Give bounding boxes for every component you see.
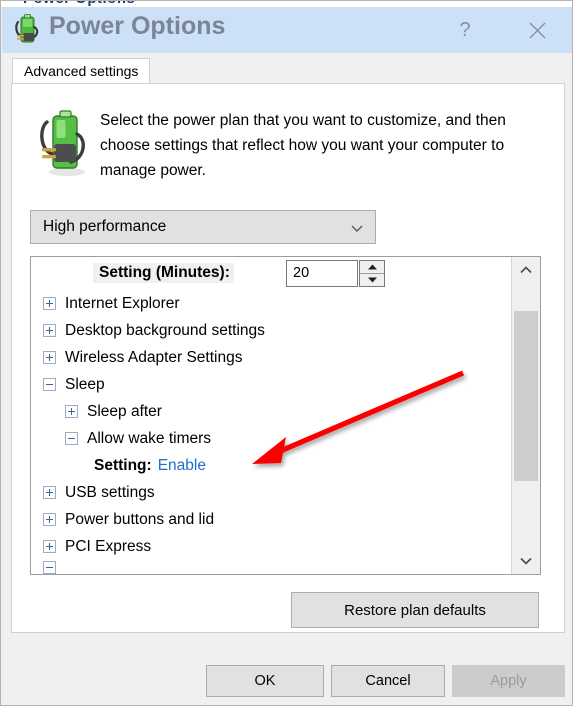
close-icon[interactable] [514,7,560,53]
help-button[interactable]: ? [442,7,488,53]
tree-item-sleep-after[interactable]: Sleep after [65,398,162,425]
tab-strip: Advanced settings [2,53,572,84]
ok-button[interactable]: OK [206,665,324,697]
tree-item-wireless-adapter-settings[interactable]: Wireless Adapter Settings [43,344,242,371]
close-glyph [529,22,545,38]
expand-icon[interactable] [43,560,56,574]
caret-up-glyph [367,264,377,270]
tree-item-label: Wireless Adapter Settings [65,348,243,366]
setting-minutes-row: Setting (Minutes): 20 [31,259,512,289]
tree-item-desktop-background-settings[interactable]: Desktop background settings [43,317,265,344]
setting-minutes-stepper[interactable] [359,260,385,287]
collapse-icon[interactable] [65,432,78,445]
tree-item-label: Desktop background settings [65,321,265,339]
power-plan-value: High performance [43,218,167,235]
window-title: Power Options [49,12,226,40]
expand-icon[interactable] [43,351,56,364]
tree-item-label: Power buttons and lid [65,510,215,528]
tree-item-label: PCI Express [65,537,152,555]
expand-icon[interactable] [43,297,56,310]
tree-item-label: Internet Explorer [65,294,180,312]
battery-plug-icon [40,110,85,176]
tree-item-label: Sleep [65,375,105,393]
tree-item-clipped[interactable] [43,560,65,574]
expand-icon[interactable] [43,324,56,337]
tree-item-power-buttons-and-lid[interactable]: Power buttons and lid [43,506,214,533]
title-bar: Power Options ? [2,7,572,53]
tree-item-label: USB settings [65,483,155,501]
stepper-down-icon[interactable] [360,274,384,286]
power-options-dialog: Power Options Power Options ? Advanced s… [0,0,573,706]
power-plan-select[interactable]: High performance [30,210,376,244]
tree-item-label: Allow wake timers [87,429,212,447]
restore-plan-defaults-button[interactable]: Restore plan defaults [291,592,539,628]
tree-item-label: Sleep after [87,402,162,420]
expand-icon[interactable] [43,486,56,499]
scroll-up-icon[interactable] [512,257,540,283]
setting-value-link[interactable]: Enable [158,457,206,475]
cancel-button[interactable]: Cancel [331,665,445,697]
expand-icon[interactable] [43,513,56,526]
collapse-icon[interactable] [43,378,56,391]
chevron-down-glyph [520,557,532,565]
chevron-down-icon [351,225,363,232]
caret-down-glyph [367,277,377,283]
settings-list-scrollbar[interactable] [511,257,540,574]
tree-item-internet-explorer[interactable]: Internet Explorer [43,290,180,317]
setting-minutes-input[interactable]: 20 [286,260,358,287]
tree-item-pci-express[interactable]: PCI Express [43,533,151,560]
expand-icon[interactable] [43,540,56,553]
tab-advanced-settings[interactable]: Advanced settings [12,58,151,84]
tree-item-sleep[interactable]: Sleep [43,371,105,398]
scrollbar-thumb[interactable] [514,311,538,481]
stepper-up-icon[interactable] [360,261,384,273]
tree-item-allow-wake-timers[interactable]: Allow wake timers [65,425,211,452]
dialog-description: Select the power plan that you want to c… [100,112,506,179]
scroll-down-icon[interactable] [512,548,540,574]
battery-plug-icon [15,14,39,43]
expand-icon[interactable] [65,405,78,418]
chevron-up-glyph [520,266,532,274]
setting-label: Setting: [94,456,152,474]
setting-minutes-value: 20 [293,265,310,281]
setting-minutes-label: Setting (Minutes): [93,263,234,283]
apply-button: Apply [452,665,565,697]
settings-tree: Setting (Minutes): 20 Internet Explorer … [31,257,512,574]
advanced-settings-list[interactable]: Setting (Minutes): 20 Internet Explorer … [30,256,541,575]
setting-allow-wake-timers[interactable]: Setting: Enable [94,452,206,479]
tree-item-usb-settings[interactable]: USB settings [43,479,155,506]
